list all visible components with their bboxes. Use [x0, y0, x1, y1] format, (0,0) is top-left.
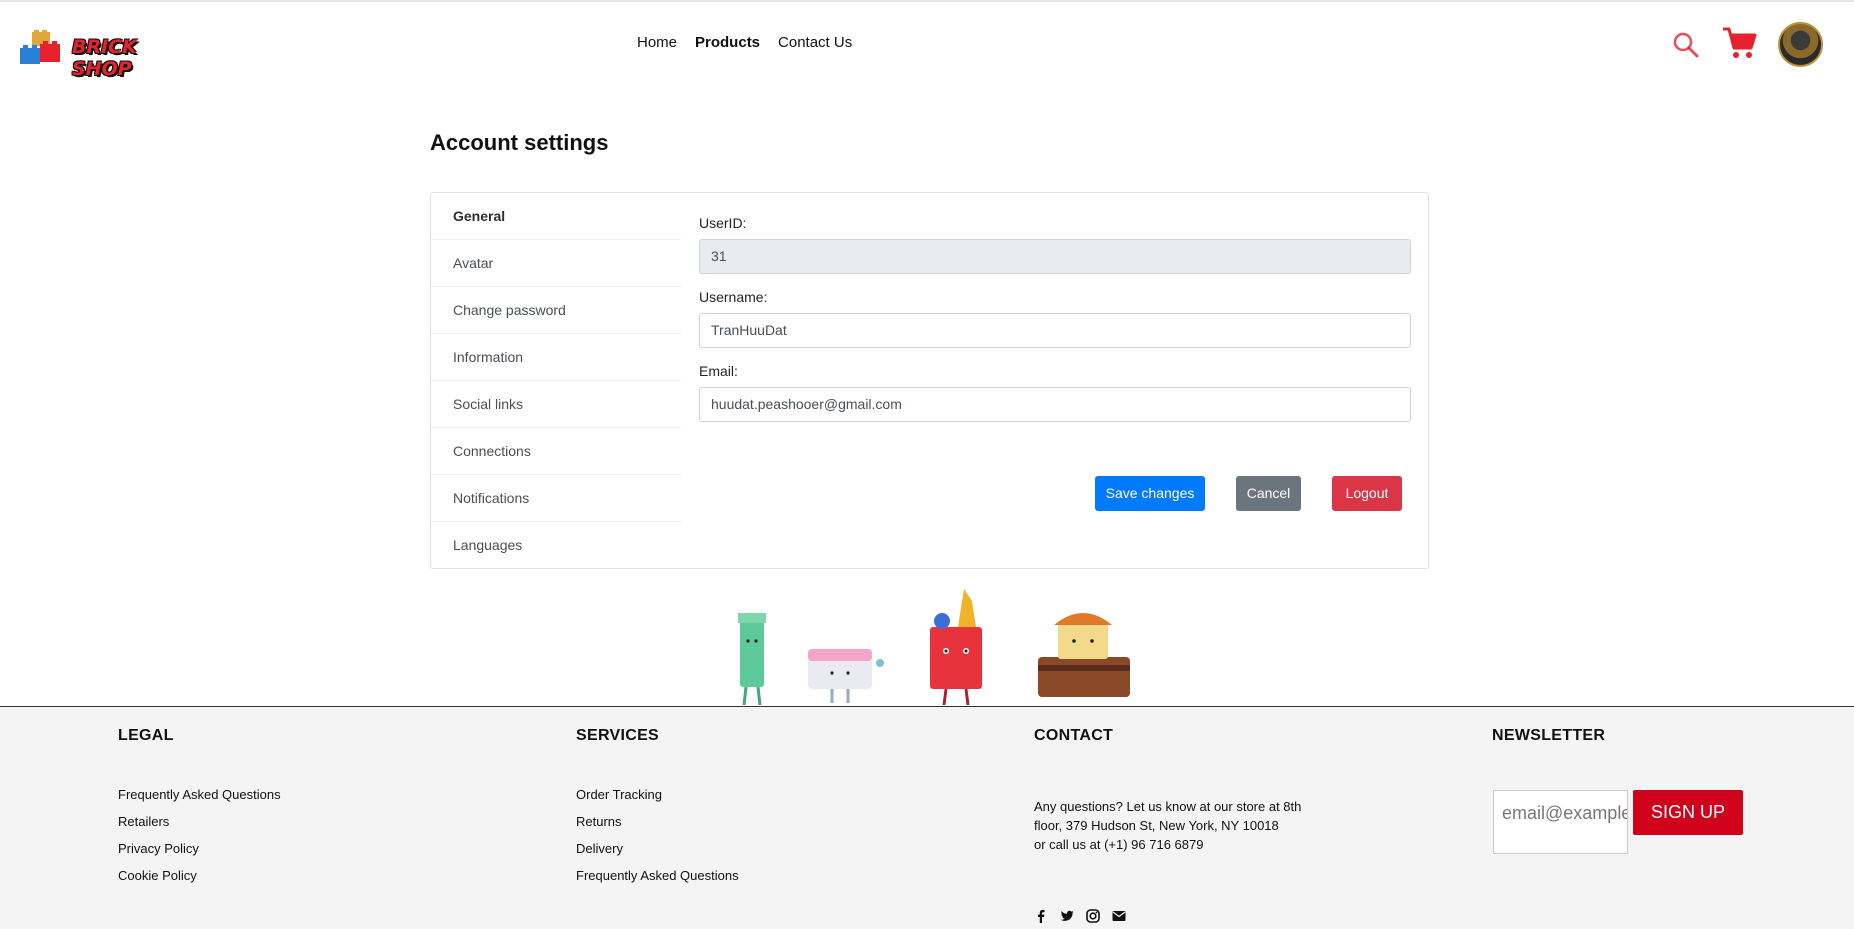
- footer-link-delivery[interactable]: Delivery: [576, 841, 739, 868]
- footer-newsletter: NEWSLETTER: [1492, 727, 1605, 745]
- contact-text: Any questions? Let us know at our store …: [1034, 797, 1304, 854]
- header: BRICK SHOP Home Products Contact Us: [0, 2, 1854, 88]
- logo-text: BRICK SHOP: [72, 36, 137, 80]
- sidebar-item-avatar[interactable]: Avatar: [431, 240, 681, 287]
- newsletter-email-input[interactable]: email@example.com: [1493, 790, 1628, 854]
- facebook-icon[interactable]: [1034, 909, 1048, 923]
- search-icon[interactable]: [1672, 31, 1700, 59]
- cart-icon[interactable]: [1721, 26, 1757, 60]
- main-nav: Home Products Contact Us: [637, 34, 852, 51]
- settings-sidebar: General Avatar Change password Informati…: [431, 193, 681, 569]
- footer-contact: CONTACT Any questions? Let us know at ou…: [1034, 727, 1304, 923]
- sidebar-item-change-password[interactable]: Change password: [431, 287, 681, 334]
- nav-home[interactable]: Home: [637, 34, 677, 51]
- footer-legal: LEGAL Frequently Asked Questions Retaile…: [118, 727, 281, 895]
- green-character: [738, 613, 766, 706]
- sidebar-item-languages[interactable]: Languages: [431, 522, 681, 569]
- email-label: Email:: [699, 363, 738, 379]
- sidebar-item-social-links[interactable]: Social links: [431, 381, 681, 428]
- user-avatar[interactable]: [1778, 22, 1823, 67]
- bricks-logo-icon: [20, 30, 60, 64]
- footer-link-order-tracking[interactable]: Order Tracking: [576, 787, 739, 814]
- newsletter-signup-button[interactable]: SIGN UP: [1633, 790, 1743, 835]
- footer-link-privacy-policy[interactable]: Privacy Policy: [118, 841, 281, 868]
- page-title: Account settings: [430, 130, 609, 155]
- contact-line-2: floor, 379 Hudson St, New York, NY 10018: [1034, 818, 1279, 833]
- footer-link-cookie-policy[interactable]: Cookie Policy: [118, 868, 281, 895]
- username-input[interactable]: TranHuuDat: [699, 313, 1411, 348]
- cancel-button[interactable]: Cancel: [1236, 476, 1301, 511]
- social-icons: [1034, 909, 1126, 923]
- mascot-characters-illustration: [738, 589, 1130, 706]
- footer-link-services-faq[interactable]: Frequently Asked Questions: [576, 868, 739, 895]
- brand-logo[interactable]: BRICK SHOP: [20, 30, 195, 80]
- red-character: [930, 589, 982, 706]
- sidebar-item-general[interactable]: General: [431, 193, 681, 240]
- footer-link-faq[interactable]: Frequently Asked Questions: [118, 787, 281, 814]
- sidebar-item-information[interactable]: Information: [431, 334, 681, 381]
- sidebar-item-notifications[interactable]: Notifications: [431, 475, 681, 522]
- footer-link-retailers[interactable]: Retailers: [118, 814, 281, 841]
- settings-card: General Avatar Change password Informati…: [430, 192, 1429, 569]
- twitter-icon[interactable]: [1060, 909, 1074, 923]
- general-form: UserID: 31 Username: TranHuuDat Email: h…: [699, 215, 1411, 437]
- username-label: Username:: [699, 289, 768, 305]
- contact-line-1: Any questions? Let us know at our store …: [1034, 799, 1302, 814]
- userid-field: 31: [699, 239, 1411, 274]
- footer-link-returns[interactable]: Returns: [576, 814, 739, 841]
- footer-services-title: SERVICES: [576, 727, 660, 744]
- footer-contact-title: CONTACT: [1034, 727, 1114, 744]
- sidebar-item-connections[interactable]: Connections: [431, 428, 681, 475]
- pink-character: [808, 649, 884, 703]
- instagram-icon[interactable]: [1086, 909, 1100, 923]
- envelope-icon[interactable]: [1112, 909, 1126, 923]
- logout-button[interactable]: Logout: [1332, 476, 1402, 511]
- email-input[interactable]: huudat.peashooer@gmail.com: [699, 387, 1411, 422]
- userid-label: UserID:: [699, 215, 747, 231]
- footer-newsletter-title: NEWSLETTER: [1492, 727, 1606, 744]
- contact-line-3: or call us at (+1) 96 716 6879: [1034, 837, 1204, 852]
- chest-character: [1038, 613, 1130, 697]
- footer-services: SERVICES Order Tracking Returns Delivery…: [576, 727, 739, 895]
- nav-products[interactable]: Products: [695, 34, 760, 51]
- footer-legal-title: LEGAL: [118, 727, 174, 744]
- save-changes-button[interactable]: Save changes: [1095, 476, 1205, 511]
- nav-contact-us[interactable]: Contact Us: [778, 34, 852, 51]
